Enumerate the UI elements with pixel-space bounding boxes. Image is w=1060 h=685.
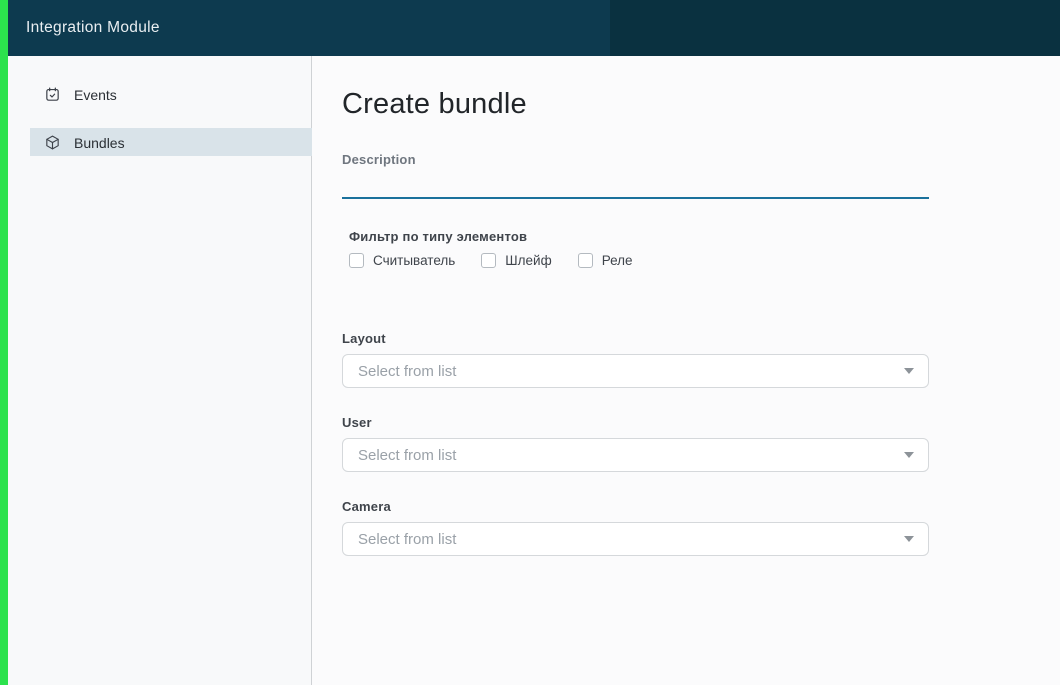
sidebar-item-label: Events [74,87,117,102]
checkbox-schityvatel[interactable]: Считыватель [349,253,455,268]
checkbox-rele[interactable]: Реле [578,253,633,268]
sidebar: Events Bundles [8,56,312,685]
sidebar-item-events[interactable]: Events [30,80,311,108]
checkbox-icon[interactable] [578,253,593,268]
user-select[interactable]: Select from list [342,438,929,472]
sidebar-item-bundles[interactable]: Bundles [30,128,312,156]
cube-icon [44,134,61,151]
app-title: Integration Module [8,19,160,37]
checkbox-icon[interactable] [349,253,364,268]
checkbox-label: Шлейф [505,253,551,268]
description-field: Description [342,152,929,199]
checkbox-shleyf[interactable]: Шлейф [481,253,551,268]
sidebar-item-label: Bundles [74,135,125,150]
description-input[interactable] [342,172,929,199]
filter-label: Фильтр по типу элементов [349,229,929,244]
chevron-down-icon [904,452,914,458]
element-type-filter: Фильтр по типу элементов Считыватель Шле… [349,229,929,268]
app-header: Integration Module [8,0,1060,56]
filter-options: Считыватель Шлейф Реле [349,253,929,268]
camera-select[interactable]: Select from list [342,522,929,556]
app-window: Integration Module Events [0,0,1060,685]
main-content: Create bundle Description Фильтр по типу… [313,56,1060,685]
page-title: Create bundle [342,88,1060,121]
description-label: Description [342,152,929,167]
checkbox-label: Считыватель [373,253,455,268]
camera-field: Camera Select from list [342,499,929,556]
layout-select-placeholder: Select from list [358,363,456,380]
calendar-check-icon [44,86,61,103]
camera-label: Camera [342,499,929,514]
layout-label: Layout [342,331,929,346]
layout-select[interactable]: Select from list [342,354,929,388]
checkbox-label: Реле [602,253,633,268]
user-label: User [342,415,929,430]
user-field: User Select from list [342,415,929,472]
camera-select-placeholder: Select from list [358,531,456,548]
layout-field: Layout Select from list [342,331,929,388]
user-select-placeholder: Select from list [358,447,456,464]
chevron-down-icon [904,368,914,374]
chevron-down-icon [904,536,914,542]
checkbox-icon[interactable] [481,253,496,268]
accent-strip [0,0,8,685]
